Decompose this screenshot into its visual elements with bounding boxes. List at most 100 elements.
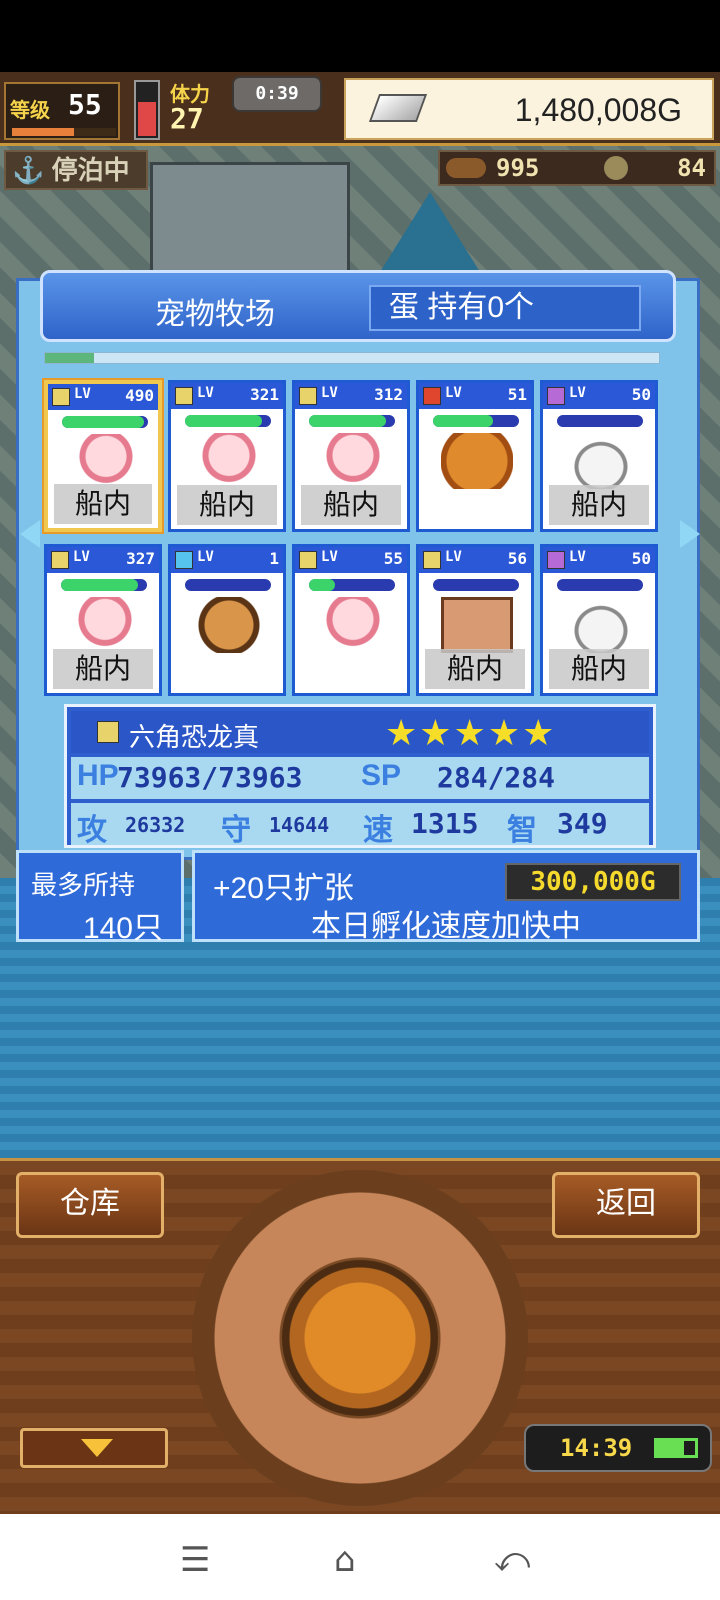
- pet-sprite: [317, 433, 389, 489]
- pet-card-header: LV 56: [419, 547, 531, 573]
- pet-sprite: [193, 597, 265, 653]
- pet-level: 50: [631, 385, 651, 404]
- pet-sprite: [193, 433, 265, 489]
- element-icon: [175, 387, 193, 405]
- int-value: 349: [557, 807, 608, 840]
- resource-bar: 995 84: [438, 150, 716, 186]
- pet-location: 船内: [301, 485, 401, 525]
- level-tag: 等级: [10, 100, 50, 122]
- def-value: 14644: [269, 813, 330, 837]
- pet-level-label: LV: [321, 549, 338, 565]
- pet-hp-bar: [557, 579, 643, 591]
- level-value: 55: [68, 88, 102, 121]
- hp-value: 73963/73963: [117, 761, 303, 794]
- pet-sprite: [317, 597, 389, 653]
- resource-2-value: 84: [677, 154, 706, 182]
- pet-level: 51: [507, 385, 527, 404]
- dpad[interactable]: [192, 1170, 528, 1506]
- element-icon: [52, 388, 70, 406]
- pet-detail-panel: 六角恐龙真 ★★★★★ HP 73963/73963 SP 284/284 攻 …: [64, 704, 656, 848]
- pet-sprite: [441, 597, 513, 653]
- thunder-element-icon: [97, 721, 119, 743]
- pet-hp-bar: [309, 579, 395, 591]
- sp-label: SP: [361, 759, 402, 792]
- top-hud: 等级 55 体力 27 0:39 1,480,008G: [0, 72, 720, 146]
- pet-card[interactable]: LV 321 船内: [168, 380, 286, 532]
- element-icon: [423, 551, 441, 569]
- pet-level: 50: [631, 549, 651, 568]
- pet-card[interactable]: LV 56 船内: [416, 544, 534, 696]
- timer: 0:39: [232, 76, 322, 112]
- sp-value: 284/284: [437, 761, 556, 794]
- stamina-value: 27: [170, 102, 204, 135]
- element-icon: [547, 551, 565, 569]
- pet-hp-bar: [557, 415, 643, 427]
- pet-level-label: LV: [197, 549, 214, 565]
- pet-level: 1: [269, 549, 279, 568]
- element-icon: [175, 551, 193, 569]
- back-button[interactable]: 返回: [552, 1172, 700, 1238]
- pet-location: 船内: [425, 649, 525, 689]
- element-icon: [547, 387, 565, 405]
- element-icon: [51, 551, 69, 569]
- element-icon: [423, 387, 441, 405]
- pet-card[interactable]: LV 50 船内: [540, 544, 658, 696]
- spd-value: 1315: [411, 807, 479, 840]
- exp-bar: [12, 128, 116, 136]
- pet-level-label: LV: [73, 549, 90, 565]
- eggs-count: 蛋 持有0个: [369, 285, 641, 331]
- back-nav-icon[interactable]: ⤺: [494, 1540, 530, 1580]
- pet-hp-bar: [185, 415, 271, 427]
- level-box: 等级 55: [4, 82, 120, 140]
- pet-card-header: LV 327: [47, 547, 159, 573]
- pet-card-header: LV 1: [171, 547, 283, 573]
- pet-name-bar: 六角恐龙真 ★★★★★: [71, 711, 649, 754]
- menu-down-button[interactable]: [20, 1428, 168, 1468]
- pet-hp-bar: [61, 579, 147, 591]
- max-capacity-label: 最多所持: [31, 870, 136, 900]
- pet-hp-bar: [185, 579, 271, 591]
- pet-card-header: LV 50: [543, 547, 655, 573]
- pet-level: 490: [125, 386, 154, 405]
- atk-label: 攻: [77, 814, 107, 847]
- pet-level-label: LV: [74, 386, 91, 402]
- home-icon[interactable]: ⌂: [334, 1540, 356, 1580]
- menu-icon[interactable]: ☰: [180, 1540, 210, 1580]
- int-label: 智: [507, 814, 537, 847]
- pet-card[interactable]: LV 51: [416, 380, 534, 532]
- pet-level: 55: [383, 549, 403, 568]
- dpad-center-button[interactable]: [282, 1260, 438, 1416]
- pet-location: 船内: [549, 649, 649, 689]
- system-nav-bar: ☰ ⌂ ⤺: [0, 1514, 720, 1600]
- ranch-title-bar: 宠物牧场 蛋 持有0个: [40, 270, 676, 342]
- pet-location: 船内: [54, 484, 152, 524]
- pet-card[interactable]: LV 50 船内: [540, 380, 658, 532]
- pet-level: 312: [374, 385, 403, 404]
- atk-value: 26332: [125, 813, 186, 837]
- spd-label: 速: [363, 814, 393, 847]
- pet-hp-bar: [309, 415, 395, 427]
- pet-hp-bar: [433, 415, 519, 427]
- resource-1-value: 995: [496, 154, 540, 182]
- battery-icon: [654, 1438, 698, 1458]
- hp-sp-row: HP 73963/73963 SP 284/284: [71, 757, 649, 799]
- ranch-scroll-bar[interactable]: [44, 352, 660, 364]
- pet-card[interactable]: LV 1: [168, 544, 286, 696]
- pet-card[interactable]: LV 55: [292, 544, 410, 696]
- stats-row: 攻 26332 守 14644 速 1315 智 349: [71, 803, 649, 847]
- pet-sprite: [70, 434, 142, 490]
- pet-card[interactable]: LV 490 船内: [44, 380, 162, 532]
- pet-card[interactable]: LV 312 船内: [292, 380, 410, 532]
- pet-card-header: LV 51: [419, 383, 531, 409]
- rarity-stars: ★★★★★: [385, 713, 557, 754]
- pet-sprite: [441, 433, 513, 489]
- pet-level-label: LV: [321, 385, 338, 401]
- pet-level: 321: [250, 385, 279, 404]
- expand-button[interactable]: +20只扩张 300,000G 本日孵化速度加快中: [192, 850, 700, 943]
- pet-card-header: LV 55: [295, 547, 407, 573]
- pet-level: 56: [507, 549, 527, 568]
- pet-sprite: [565, 597, 637, 653]
- storage-button[interactable]: 仓库: [16, 1172, 164, 1238]
- max-capacity-box: 最多所持 140只: [16, 850, 184, 945]
- pet-card[interactable]: LV 327 船内: [44, 544, 162, 696]
